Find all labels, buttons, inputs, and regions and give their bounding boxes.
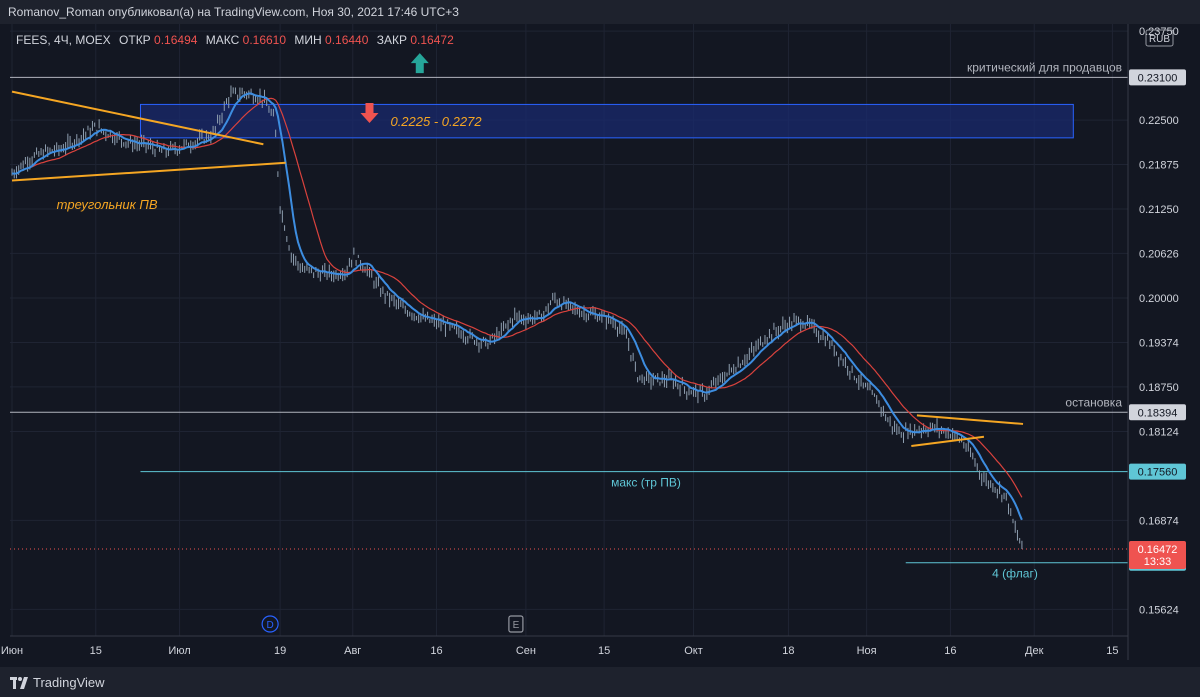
level-label: макс (тр ПВ) — [611, 476, 681, 490]
publication-info: Romanov_Roman опубликовал(а) на TradingV… — [8, 5, 459, 19]
x-tick-label: 18 — [782, 645, 794, 657]
event-marker-letter: D — [267, 620, 274, 631]
footer-bar: TradingView — [0, 667, 1200, 697]
x-tick-label: 16 — [430, 645, 442, 657]
x-tick-label: Ноя — [857, 645, 877, 657]
x-tick-label: Июн — [1, 645, 23, 657]
x-tick-label: Дек — [1025, 645, 1044, 657]
triangle-label: треугольник ПВ — [57, 197, 158, 212]
level-label: 4 (флаг) — [992, 567, 1038, 581]
header-bar: Romanov_Roman опубликовал(а) на TradingV… — [0, 0, 1200, 24]
zone-label: 0.2225 - 0.2272 — [390, 114, 482, 129]
x-tick-label: 15 — [598, 645, 610, 657]
x-tick-label: Окт — [684, 645, 703, 657]
x-tick-label: Сен — [516, 645, 536, 657]
x-tick-label: Июл — [168, 645, 190, 657]
y-tick-label: 0.22500 — [1139, 115, 1179, 127]
symbol-label: FEES, 4Ч, MOEX — [16, 33, 111, 47]
event-marker-letter: E — [513, 620, 520, 631]
y-tick-label: 0.19374 — [1139, 338, 1179, 350]
y-tick-label: 0.21875 — [1139, 160, 1179, 172]
price-tag-value: 0.17560 — [1138, 467, 1178, 479]
x-tick-label: 15 — [1106, 645, 1118, 657]
low-value: 0.16440 — [325, 33, 369, 47]
close-value: 0.16472 — [410, 33, 454, 47]
ohlc-legend: FEES, 4Ч, MOEX ОТКР 0.16494 МАКС 0.16610… — [16, 33, 454, 47]
price-tag-countdown: 13:33 — [1144, 556, 1172, 568]
level-label: остановка — [1065, 395, 1122, 409]
open-value: 0.16494 — [154, 33, 198, 47]
y-tick-label: 0.20000 — [1139, 293, 1179, 305]
price-tag-value: 0.16472 — [1138, 544, 1178, 556]
tradingview-logo[interactable]: TradingView — [10, 675, 105, 690]
high-label: МАКС — [206, 33, 240, 47]
footer-brand: TradingView — [33, 675, 105, 690]
y-tick-label: 0.16874 — [1139, 515, 1179, 527]
price-tag-value: 0.23100 — [1138, 72, 1178, 84]
close-label: ЗАКР — [377, 33, 407, 47]
y-tick-label: 0.20626 — [1139, 248, 1179, 260]
y-tick-label: 0.15624 — [1139, 604, 1179, 616]
open-label: ОТКР — [119, 33, 151, 47]
x-tick-label: 15 — [90, 645, 102, 657]
level-label: критический для продавцов — [967, 60, 1122, 74]
y-tick-label: 0.21250 — [1139, 204, 1179, 216]
low-label: МИН — [294, 33, 321, 47]
tradingview-logo-icon — [10, 676, 28, 689]
currency-label: RUB — [1149, 34, 1170, 45]
y-tick-label: 0.18750 — [1139, 382, 1179, 394]
price-chart[interactable]: 0.2225 - 0.2272 критический для продавцо… — [0, 24, 1200, 667]
x-tick-label: Авг — [344, 645, 361, 657]
price-tag-value: 0.18394 — [1138, 407, 1178, 419]
x-tick-label: 19 — [274, 645, 286, 657]
high-value: 0.16610 — [243, 33, 287, 47]
x-tick-label: 16 — [944, 645, 956, 657]
y-tick-label: 0.18124 — [1139, 426, 1179, 438]
